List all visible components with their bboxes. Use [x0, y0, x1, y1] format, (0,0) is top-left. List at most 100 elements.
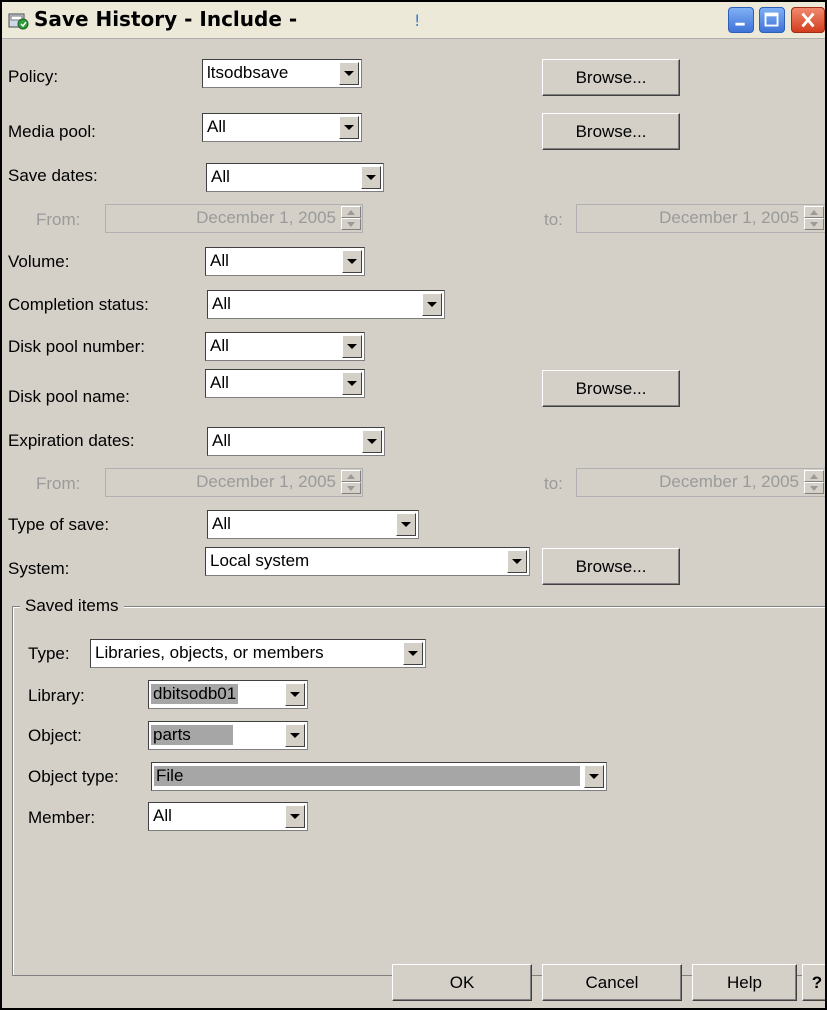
volume-combo[interactable]: All [205, 247, 365, 276]
minimize-button[interactable] [728, 7, 754, 33]
completion-status-label: Completion status: [8, 295, 149, 314]
dropdown-arrow[interactable] [342, 335, 362, 358]
type-of-save-label: Type of save: [8, 515, 110, 534]
save-from-value: December 1, 2005 [196, 208, 336, 227]
object-label: Object: [28, 726, 82, 745]
system-browse-button[interactable]: Browse... [542, 548, 680, 585]
chevron-up-icon [810, 210, 818, 215]
dropdown-arrow[interactable] [361, 166, 381, 189]
chevron-up-icon [810, 474, 818, 479]
chevron-down-icon [810, 486, 818, 491]
media-pool-label: Media pool: [8, 122, 96, 141]
object-value: parts [151, 725, 233, 745]
save-from-label: From: [36, 210, 81, 229]
exp-to-value: December 1, 2005 [659, 472, 799, 491]
member-label: Member: [28, 808, 96, 827]
dropdown-arrow[interactable] [422, 293, 442, 316]
expiration-dates-label: Expiration dates: [8, 431, 135, 450]
spinner-buttons [804, 206, 824, 231]
object-type-value: File [154, 766, 580, 786]
volume-label: Volume: [8, 252, 70, 271]
dropdown-arrow[interactable] [339, 116, 359, 139]
save-history-icon [8, 13, 29, 30]
policy-combo[interactable]: ltsodbsave [202, 59, 362, 88]
expiration-dates-value: All [212, 431, 231, 450]
dropdown-arrow[interactable] [396, 513, 416, 536]
chevron-down-icon [344, 125, 354, 130]
title-mark: ! [414, 11, 421, 30]
media-pool-value: All [207, 117, 226, 136]
help-button[interactable]: Help [692, 964, 797, 1001]
dropdown-arrow[interactable] [339, 62, 359, 85]
chevron-down-icon [401, 522, 411, 527]
exp-to-date-spinner: December 1, 2005 [576, 468, 825, 497]
whats-this-button[interactable]: ? [802, 964, 825, 1001]
window-title: Save History - Include - [34, 7, 298, 31]
dropdown-arrow[interactable] [362, 430, 382, 453]
chevron-down-icon [344, 71, 354, 76]
dropdown-arrow[interactable] [342, 250, 362, 273]
saved-type-value: Libraries, objects, or members [95, 643, 324, 662]
exp-from-value: December 1, 2005 [196, 472, 336, 491]
dropdown-arrow[interactable] [285, 805, 305, 828]
spin-down [341, 218, 361, 230]
save-to-value: December 1, 2005 [659, 208, 799, 227]
save-from-date-spinner: December 1, 2005 [105, 204, 363, 233]
dropdown-arrow[interactable] [285, 683, 305, 706]
spin-down [804, 218, 824, 230]
disk-pool-name-browse-button[interactable]: Browse... [542, 370, 680, 407]
chevron-down-icon [427, 302, 437, 307]
chevron-down-icon [290, 692, 300, 697]
disk-pool-number-combo[interactable]: All [205, 332, 365, 361]
dropdown-arrow[interactable] [507, 550, 527, 573]
object-type-label: Object type: [28, 767, 119, 786]
dropdown-arrow[interactable] [285, 724, 305, 747]
exp-from-label: From: [36, 474, 81, 493]
disk-pool-name-combo[interactable]: All [205, 369, 365, 398]
spin-up [804, 206, 824, 218]
library-combo[interactable]: dbitsodb01 [148, 680, 308, 709]
library-value: dbitsodb01 [151, 684, 239, 704]
chevron-down-icon [810, 222, 818, 227]
policy-browse-button[interactable]: Browse... [542, 59, 680, 96]
ok-button[interactable]: OK [392, 964, 532, 1001]
media-pool-combo[interactable]: All [202, 113, 362, 142]
disk-pool-number-value: All [210, 336, 229, 355]
completion-status-combo[interactable]: All [207, 290, 445, 319]
save-history-include-dialog: Save History - Include - ! Policy: ltsod… [0, 0, 827, 1010]
chevron-down-icon [347, 381, 357, 386]
save-dates-combo[interactable]: All [206, 163, 384, 192]
minimize-icon [735, 22, 745, 26]
spin-down [341, 482, 361, 494]
chevron-down-icon [347, 344, 357, 349]
type-of-save-combo[interactable]: All [207, 510, 419, 539]
saved-type-combo[interactable]: Libraries, objects, or members [90, 639, 426, 668]
saved-type-label: Type: [28, 644, 70, 663]
chevron-down-icon [290, 733, 300, 738]
object-type-combo[interactable]: File [151, 762, 607, 791]
close-icon [801, 12, 815, 28]
close-button[interactable] [791, 7, 825, 33]
dropdown-arrow[interactable] [403, 642, 423, 665]
maximize-button[interactable] [759, 7, 785, 33]
disk-pool-name-label: Disk pool name: [8, 387, 130, 406]
save-dates-value: All [211, 167, 230, 186]
media-pool-browse-button[interactable]: Browse... [542, 113, 680, 150]
system-combo[interactable]: Local system [205, 547, 530, 576]
spinner-buttons [341, 470, 361, 495]
member-combo[interactable]: All [148, 802, 308, 831]
dropdown-arrow[interactable] [342, 372, 362, 395]
object-combo[interactable]: parts [148, 721, 308, 750]
cancel-button[interactable]: Cancel [542, 964, 682, 1001]
completion-status-value: All [212, 294, 231, 313]
expiration-dates-combo[interactable]: All [207, 427, 385, 456]
chevron-down-icon [512, 559, 522, 564]
maximize-icon [764, 12, 779, 27]
dropdown-arrow[interactable] [584, 765, 604, 788]
exp-from-date-spinner: December 1, 2005 [105, 468, 363, 497]
chevron-down-icon [589, 774, 599, 779]
spinner-buttons [341, 206, 361, 231]
title-bar[interactable]: Save History - Include - ! [2, 2, 825, 39]
chevron-down-icon [367, 439, 377, 444]
volume-value: All [210, 251, 229, 270]
